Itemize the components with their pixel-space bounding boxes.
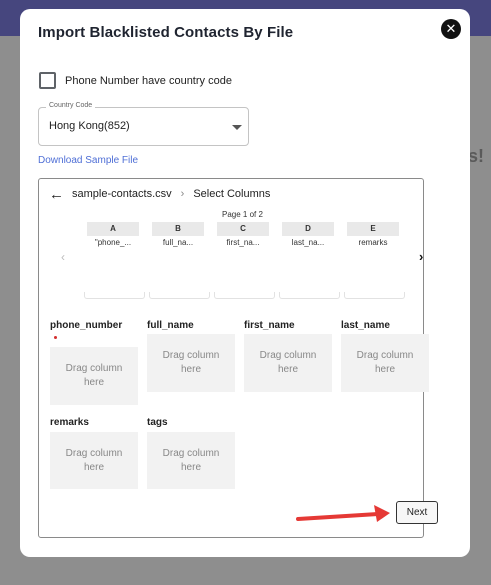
drop-zone-phone-number[interactable]: Drag column here <box>50 347 138 405</box>
column-header: "phone_... <box>94 238 132 247</box>
column-slot <box>279 292 340 299</box>
prev-page-icon[interactable]: ‹ <box>61 250 65 264</box>
country-code-checkbox-label: Phone Number have country code <box>65 74 232 87</box>
column-header: last_na... <box>291 238 325 247</box>
country-code-select[interactable]: Country Code Hong Kong(852) <box>38 102 249 146</box>
breadcrumb-separator: › <box>180 188 185 200</box>
column-slot <box>344 292 405 299</box>
drop-zone-first-name[interactable]: Drag column here <box>244 334 332 392</box>
annotation-arrow-icon <box>296 505 390 522</box>
column-letter: B <box>152 222 204 236</box>
column-letter: C <box>217 222 269 236</box>
chevron-down-icon[interactable] <box>232 125 242 130</box>
source-column[interactable]: B full_na... <box>152 222 204 247</box>
back-arrow-icon[interactable]: ← <box>49 187 64 202</box>
breadcrumb-step: Select Columns <box>193 188 271 200</box>
column-header: first_na... <box>226 238 260 247</box>
field-label-phone-number: phone_number <box>50 320 123 331</box>
column-letter: A <box>87 222 139 236</box>
column-letter: D <box>282 222 334 236</box>
download-sample-link[interactable]: Download Sample File <box>38 155 138 166</box>
backdrop-text: s! <box>468 146 485 166</box>
country-code-label: Country Code <box>46 102 96 109</box>
field-label-tags: tags <box>147 417 168 428</box>
breadcrumb-file: sample-contacts.csv <box>72 188 172 200</box>
drop-zone-last-name[interactable]: Drag column here <box>341 334 429 392</box>
column-slot <box>84 292 145 299</box>
drop-zone-full-name[interactable]: Drag column here <box>147 334 235 392</box>
next-button[interactable]: Next <box>396 501 438 524</box>
field-label-last-name: last_name <box>341 320 390 331</box>
country-code-value: Hong Kong(852) <box>49 120 130 132</box>
column-slot <box>149 292 210 299</box>
breadcrumb: ← sample-contacts.csv › Select Columns <box>49 187 271 202</box>
source-column[interactable]: A "phone_... <box>87 222 139 247</box>
field-label-full-name: full_name <box>147 320 194 331</box>
source-column[interactable]: C first_na... <box>217 222 269 247</box>
import-modal: Import Blacklisted Contacts By File ✕ Ph… <box>20 9 470 557</box>
column-header: full_na... <box>162 238 194 247</box>
country-code-checkbox[interactable] <box>39 72 56 89</box>
field-label-first-name: first_name <box>244 320 295 331</box>
page-indicator: Page 1 of 2 <box>222 210 263 219</box>
column-slot <box>214 292 275 299</box>
field-label-remarks: remarks <box>50 417 89 428</box>
source-column[interactable]: D last_na... <box>282 222 334 247</box>
column-letter: E <box>347 222 399 236</box>
source-column[interactable]: E remarks <box>347 222 399 247</box>
required-indicator <box>54 336 57 339</box>
close-icon[interactable]: ✕ <box>441 19 461 39</box>
country-code-checkbox-row[interactable]: Phone Number have country code <box>39 72 232 89</box>
next-page-icon[interactable]: › <box>419 249 423 264</box>
drop-zone-tags[interactable]: Drag column here <box>147 432 235 489</box>
column-mapping-panel: ← sample-contacts.csv › Select Columns P… <box>38 178 438 538</box>
column-header: remarks <box>358 238 388 247</box>
modal-title: Import Blacklisted Contacts By File <box>38 24 294 41</box>
drop-zone-remarks[interactable]: Drag column here <box>50 432 138 489</box>
